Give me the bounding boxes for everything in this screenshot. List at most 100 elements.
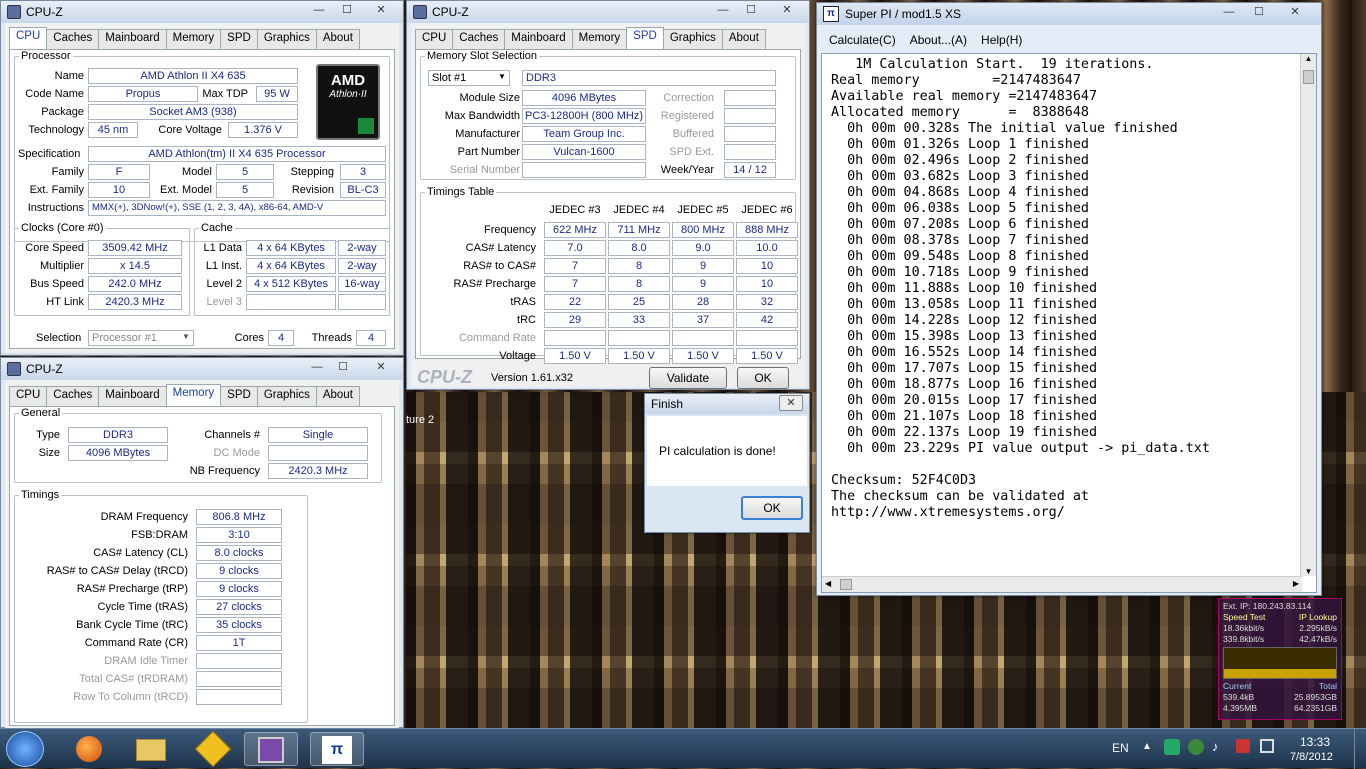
language-indicator[interactable]: EN [1112,741,1129,755]
window-title: CPU-Z [26,362,63,376]
start-button[interactable] [6,731,44,767]
jedec-header: JEDEC #6 [741,204,793,216]
ok-button[interactable]: OK [737,367,789,389]
tab-about[interactable]: About [315,29,360,49]
maximize-button[interactable]: ☐ [1247,5,1271,21]
registered-value [724,108,776,124]
minimize-button[interactable]: — [1217,5,1241,21]
tab-mainboard[interactable]: Mainboard [98,29,167,49]
tab-cpu[interactable]: CPU [9,386,48,406]
horizontal-scrollbar[interactable]: ◀ ▶ [822,576,1302,592]
shortcut-icon[interactable] [186,730,240,768]
tab-memory[interactable]: Memory [571,29,628,49]
title-bar[interactable]: π Super PI / mod1.5 XS — ☐ ✕ [817,3,1321,25]
scroll-left-icon[interactable]: ◀ [825,579,831,588]
close-button[interactable]: ✕ [1283,5,1307,21]
tab-graphics[interactable]: Graphics [256,386,317,406]
tray-alert-icon[interactable] [1236,739,1250,753]
maximize-button[interactable]: ☐ [739,3,763,19]
tab-about[interactable]: About [315,386,360,406]
tab-cpu[interactable]: CPU [9,27,48,49]
l1data-value: 4 x 64 KBytes [246,240,336,256]
close-button[interactable]: ✕ [779,395,803,411]
firefox-icon[interactable] [62,732,116,766]
multiplier-label: Multiplier [39,260,84,272]
tab-mainboard[interactable]: Mainboard [98,386,167,406]
close-button[interactable]: ✕ [369,3,393,19]
slot-type: DDR3 [522,70,776,86]
tray-app-icon[interactable] [1164,739,1180,755]
timing-row-label: Command Rate [458,332,536,344]
action-center-icon[interactable] [1260,739,1274,753]
cpuz-taskbar-icon[interactable] [244,732,298,766]
network-tray-icon[interactable] [1188,739,1204,755]
timing-cell: 800 MHz [672,222,734,238]
window-title: Super PI / mod1.5 XS [845,7,962,21]
minimize-button[interactable]: — [711,3,735,19]
close-button[interactable]: ✕ [369,360,393,376]
show-hidden-icons-icon[interactable]: ▲ [1142,741,1152,752]
explorer-icon[interactable] [124,732,178,766]
clock-date[interactable]: 7/8/2012 [1290,751,1333,763]
title-bar[interactable]: CPU-Z — ☐ ✕ [1,358,403,380]
speedtest-link[interactable]: Speed Test [1223,612,1265,623]
tab-graphics[interactable]: Graphics [256,29,317,49]
iplookup-link[interactable]: IP Lookup [1299,612,1337,623]
tab-mainboard[interactable]: Mainboard [504,29,573,49]
processor-select[interactable]: Processor #1 [88,330,194,346]
scroll-right-icon[interactable]: ▶ [1293,579,1299,588]
superpi-taskbar-icon[interactable]: π [310,732,364,766]
title-bar[interactable]: Finish ✕ [645,394,809,414]
memory-timing-label: FSB:DRAM [131,529,188,541]
timing-cell [544,330,606,346]
slot-legend: Memory Slot Selection [427,50,538,62]
timing-cell: 28 [672,294,734,310]
menu-calculate[interactable]: Calculate(C) [821,31,904,51]
tab-spd[interactable]: SPD [220,386,258,406]
vertical-scrollbar[interactable]: ▲ ▼ [1300,54,1316,576]
cpuz-spd-window: CPU-Z — ☐ ✕ CPU Caches Mainboard Memory … [406,0,810,390]
tab-graphics[interactable]: Graphics [662,29,723,49]
tab-memory[interactable]: Memory [165,384,222,406]
tab-memory[interactable]: Memory [165,29,222,49]
scroll-up-icon[interactable]: ▲ [1301,54,1316,63]
manufacturer-value: Team Group Inc. [522,126,646,142]
menu-help[interactable]: Help(H) [973,31,1030,51]
close-button[interactable]: ✕ [775,3,799,19]
menu-about[interactable]: About...(A) [904,31,973,51]
memory-timing-value: 9 clocks [196,563,282,579]
clock-time[interactable]: 13:33 [1300,735,1330,749]
maximize-button[interactable]: ☐ [331,360,355,376]
tab-caches[interactable]: Caches [46,29,100,49]
chevron-down-icon[interactable]: ▼ [182,332,190,341]
cores-label: Cores [234,332,264,344]
show-desktop-button[interactable] [1354,729,1366,769]
correction-value [724,90,776,106]
timing-cell: 8 [608,258,670,274]
title-bar[interactable]: CPU-Z — ☐ ✕ [1,1,403,23]
tab-caches[interactable]: Caches [452,29,506,49]
minimize-button[interactable]: — [305,360,329,376]
volume-icon[interactable]: ♪ [1212,739,1219,754]
correction-label: Correction [663,92,714,104]
chevron-down-icon[interactable]: ▼ [498,72,506,81]
validate-button[interactable]: Validate [649,367,727,389]
scroll-down-icon[interactable]: ▼ [1301,567,1316,576]
tab-spd[interactable]: SPD [220,29,258,49]
scroll-thumb[interactable] [1303,70,1314,84]
modulesize-label: Module Size [459,92,520,104]
title-bar[interactable]: CPU-Z — ☐ ✕ [407,1,809,23]
timing-cell: 10.0 [736,240,798,256]
timings-legend: Timings Table [427,186,495,198]
memory-timing-value: 27 clocks [196,599,282,615]
hscroll-thumb[interactable] [840,579,852,590]
minimize-button[interactable]: — [307,3,331,19]
tab-caches[interactable]: Caches [46,386,100,406]
ok-button[interactable]: OK [741,496,803,520]
memory-timing-label: Cycle Time (tRAS) [97,601,188,613]
tab-spd[interactable]: SPD [626,27,664,49]
maximize-button[interactable]: ☐ [335,3,359,19]
tab-cpu[interactable]: CPU [415,29,454,49]
tab-about[interactable]: About [721,29,766,49]
memory-timing-label: Bank Cycle Time (tRC) [76,619,188,631]
